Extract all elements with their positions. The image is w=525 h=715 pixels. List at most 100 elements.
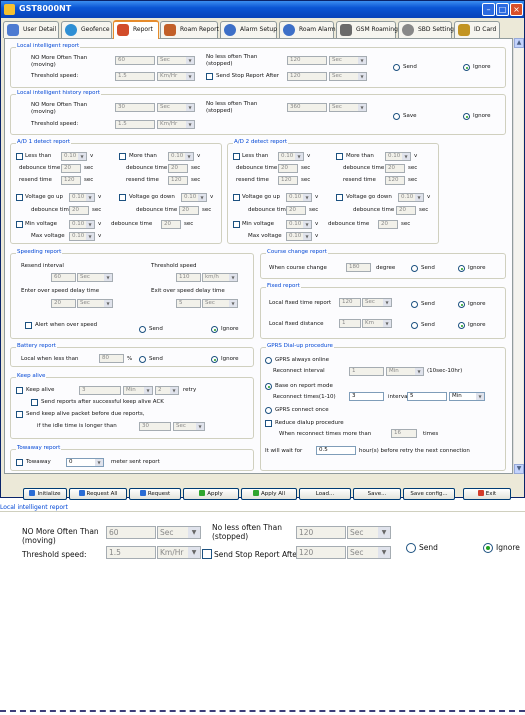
ignore-radio[interactable] — [211, 356, 218, 363]
zoom-stop-report-checkbox[interactable] — [202, 549, 212, 559]
towaway-select[interactable]: 0 ▼ — [66, 458, 104, 467]
debounce-input[interactable]: 20 — [396, 206, 416, 215]
stop-report-unit-select[interactable]: Sec ▼ — [329, 72, 367, 81]
more-than-checkbox[interactable] — [119, 153, 126, 160]
request-button[interactable]: Request — [129, 488, 181, 500]
threshold-speed-input[interactable]: 110 — [176, 273, 201, 282]
no-more-unit-select[interactable]: Sec ▼ — [157, 56, 195, 65]
threshold-input[interactable]: 1.5 — [115, 72, 155, 81]
keep-alive-input[interactable]: 3 — [79, 386, 121, 395]
stop-report-checkbox[interactable] — [206, 73, 213, 80]
voltage-down-select[interactable]: 0.10 ▼ — [398, 193, 424, 202]
minimize-button[interactable]: – — [482, 3, 495, 16]
voltage-up-select[interactable]: 0.10 ▼ — [69, 193, 95, 202]
resend-input[interactable]: 120 — [61, 176, 81, 185]
min-voltage-checkbox[interactable] — [16, 221, 23, 228]
tab-sbd-setting[interactable]: SBD Setting — [398, 21, 454, 38]
zoom-threshold-input[interactable]: 1.5 — [106, 546, 156, 559]
tab-report[interactable]: Report — [113, 20, 159, 39]
zoom-no-more-unit-select[interactable]: Sec ▼ — [157, 526, 201, 539]
exit-delay-input[interactable]: 5 — [176, 299, 201, 308]
exit-button[interactable]: Exit — [463, 488, 511, 500]
gprs-once-radio[interactable] — [265, 407, 272, 414]
threshold-unit-select[interactable]: Km/Hr ▼ — [157, 120, 195, 129]
tab-geofence[interactable]: Geofence — [61, 21, 112, 38]
save-config-button[interactable]: Save config... — [403, 488, 455, 500]
apply-all-button[interactable]: Apply All — [241, 488, 297, 500]
resend-input[interactable]: 120 — [278, 176, 298, 185]
zoom-stop-report-input[interactable]: 120 — [296, 546, 346, 559]
fixed-time-unit-select[interactable]: Sec ▼ — [362, 298, 392, 307]
ignore-radio[interactable] — [463, 64, 470, 71]
idle-unit-select[interactable]: Sec ▼ — [173, 422, 205, 431]
ignore-radio[interactable] — [458, 322, 465, 329]
send-radio[interactable] — [139, 326, 146, 333]
more-than-checkbox[interactable] — [336, 153, 343, 160]
reconnect-interval-input[interactable]: 1 — [349, 367, 384, 376]
close-button[interactable]: × — [510, 3, 523, 16]
less-than-select[interactable]: 0.10 ▼ — [61, 152, 87, 161]
fixed-time-input[interactable]: 120 — [339, 298, 361, 307]
request-all-button[interactable]: Request All — [69, 488, 127, 500]
resend-unit-select[interactable]: Sec ▼ — [77, 273, 113, 282]
reconnect-more-input[interactable]: 16 — [391, 429, 417, 438]
less-than-checkbox[interactable] — [16, 153, 23, 160]
ignore-radio[interactable] — [458, 265, 465, 272]
resend-input[interactable]: 120 — [385, 176, 405, 185]
interval-input[interactable]: 5 — [407, 392, 447, 401]
gprs-always-radio[interactable] — [265, 357, 272, 364]
resend-interval-input[interactable]: 60 — [51, 273, 76, 282]
ignore-radio[interactable] — [463, 113, 470, 120]
scroll-down-icon[interactable]: ▼ — [514, 464, 524, 474]
ack-checkbox[interactable] — [31, 399, 38, 406]
send-radio[interactable] — [411, 301, 418, 308]
idle-input[interactable]: 30 — [139, 422, 171, 431]
zoom-threshold-unit-select[interactable]: Km/Hr ▼ — [157, 546, 201, 559]
zoom-no-less-input[interactable]: 120 — [296, 526, 346, 539]
debounce-input[interactable]: 20 — [61, 164, 81, 173]
debounce-input[interactable]: 20 — [179, 206, 199, 215]
save-button[interactable]: Save... — [353, 488, 401, 500]
voltage-up-checkbox[interactable] — [16, 194, 23, 201]
debounce-input[interactable]: 20 — [286, 206, 306, 215]
no-more-input[interactable]: 30 — [115, 103, 155, 112]
alert-checkbox[interactable] — [25, 322, 32, 329]
voltage-down-checkbox[interactable] — [119, 194, 126, 201]
more-than-select[interactable]: 0.10 ▼ — [385, 152, 411, 161]
enter-delay-input[interactable]: 20 — [51, 299, 76, 308]
no-less-unit-select[interactable]: Sec ▼ — [329, 103, 367, 112]
tab-gsm-roaming[interactable]: GSM Roaming — [336, 21, 398, 38]
no-less-unit-select[interactable]: Sec ▼ — [329, 56, 367, 65]
no-less-input[interactable]: 120 — [287, 56, 327, 65]
course-change-input[interactable]: 180 — [346, 263, 371, 272]
stop-report-input[interactable]: 120 — [287, 72, 327, 81]
keep-alive-checkbox[interactable] — [16, 387, 23, 394]
debounce-input[interactable]: 20 — [378, 220, 398, 229]
interval-unit-select[interactable]: Min ▼ — [449, 392, 485, 401]
maximize-button[interactable]: □ — [496, 3, 509, 16]
voltage-down-checkbox[interactable] — [336, 194, 343, 201]
no-less-input[interactable]: 360 — [287, 103, 327, 112]
exit-unit-select[interactable]: Sec ▼ — [202, 299, 238, 308]
towaway-checkbox[interactable] — [16, 459, 23, 466]
voltage-up-checkbox[interactable] — [233, 194, 240, 201]
threshold-unit-select[interactable]: Km/Hr ▼ — [157, 72, 195, 81]
initialize-button[interactable]: Initialize — [23, 488, 67, 500]
more-than-select[interactable]: 0.10 ▼ — [168, 152, 194, 161]
zoom-stop-report-unit-select[interactable]: Sec ▼ — [347, 546, 391, 559]
keep-alive-unit-select[interactable]: Min ▼ — [123, 386, 153, 395]
debounce-input[interactable]: 20 — [168, 164, 188, 173]
min-voltage-select[interactable]: 0.10 ▼ — [69, 220, 95, 229]
threshold-input[interactable]: 1.5 — [115, 120, 155, 129]
keep-alive-packet-checkbox[interactable] — [16, 411, 23, 418]
wait-input[interactable]: 0.5 — [316, 446, 356, 455]
send-radio[interactable] — [139, 356, 146, 363]
retry-select[interactable]: 2 ▼ — [155, 386, 179, 395]
ignore-radio[interactable] — [458, 301, 465, 308]
vertical-scrollbar[interactable]: ▲ ▼ — [513, 38, 524, 474]
less-than-checkbox[interactable] — [233, 153, 240, 160]
voltage-down-select[interactable]: 0.10 ▼ — [181, 193, 207, 202]
reduce-dialup-checkbox[interactable] — [265, 420, 272, 427]
tab-roam-alarm[interactable]: Roam Alarm — [279, 21, 336, 38]
load-button[interactable]: Load... — [299, 488, 351, 500]
